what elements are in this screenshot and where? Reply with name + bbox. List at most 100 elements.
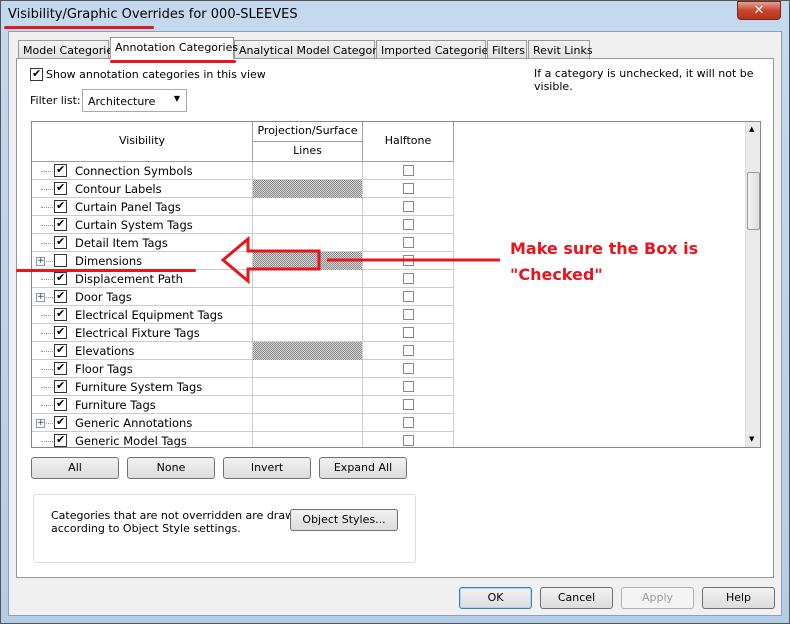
visibility-checkbox[interactable] bbox=[54, 379, 67, 393]
projection-lines-cell[interactable] bbox=[253, 180, 363, 198]
visibility-checkbox[interactable] bbox=[54, 181, 67, 195]
table-row[interactable]: Connection Symbols bbox=[32, 162, 454, 180]
expand-all-button[interactable]: Expand All bbox=[319, 457, 407, 479]
visibility-cell: Curtain Panel Tags bbox=[32, 198, 253, 216]
halftone-checkbox[interactable] bbox=[403, 399, 414, 410]
halftone-checkbox[interactable] bbox=[403, 417, 414, 428]
none-button[interactable]: None bbox=[127, 457, 215, 479]
table-row[interactable]: Floor Tags bbox=[32, 360, 454, 378]
visibility-checkbox[interactable] bbox=[54, 235, 67, 249]
scroll-down-icon[interactable]: ▼ bbox=[749, 435, 754, 443]
help-button[interactable]: Help bbox=[702, 587, 775, 609]
halftone-cell bbox=[363, 216, 454, 234]
projection-lines-cell[interactable] bbox=[253, 162, 363, 180]
tab-model-categories[interactable]: Model Categories bbox=[18, 40, 119, 59]
invert-button[interactable]: Invert bbox=[223, 457, 311, 479]
visibility-cell: Contour Labels bbox=[32, 180, 253, 198]
visibility-checkbox[interactable] bbox=[54, 415, 67, 429]
expand-icon[interactable]: + bbox=[36, 419, 45, 428]
table-row[interactable]: Furniture System Tags bbox=[32, 378, 454, 396]
ok-button[interactable]: OK bbox=[459, 587, 532, 609]
filter-value: Architecture bbox=[88, 95, 156, 108]
table-row[interactable]: Contour Labels bbox=[32, 180, 454, 198]
table-row[interactable]: Elevations bbox=[32, 342, 454, 360]
visibility-checkbox[interactable] bbox=[54, 361, 67, 375]
tab-revit-links[interactable]: Revit Links bbox=[528, 40, 593, 59]
halftone-checkbox[interactable] bbox=[403, 219, 414, 230]
close-button[interactable]: ✕ bbox=[737, 1, 781, 20]
category-name: Curtain System Tags bbox=[75, 218, 193, 232]
table-row[interactable]: Furniture Tags bbox=[32, 396, 454, 414]
projection-lines-cell[interactable] bbox=[253, 198, 363, 216]
table-row[interactable]: Electrical Equipment Tags bbox=[32, 306, 454, 324]
visibility-checkbox[interactable] bbox=[54, 343, 67, 357]
tree-line bbox=[41, 171, 53, 172]
category-name: Dimensions bbox=[75, 254, 143, 268]
scrollbar-thumb[interactable] bbox=[747, 172, 760, 230]
visibility-checkbox[interactable] bbox=[54, 199, 67, 213]
visibility-checkbox[interactable] bbox=[54, 271, 67, 285]
info-text-1: Categories that are not overridden are d… bbox=[51, 509, 302, 522]
tab-filters[interactable]: Filters bbox=[487, 40, 527, 59]
visibility-checkbox[interactable] bbox=[54, 397, 67, 411]
projection-lines-cell[interactable] bbox=[253, 342, 363, 360]
halftone-checkbox[interactable] bbox=[403, 201, 414, 212]
table-row[interactable]: Curtain System Tags bbox=[32, 216, 454, 234]
all-button[interactable]: All bbox=[31, 457, 119, 479]
projection-lines-cell[interactable] bbox=[253, 288, 363, 306]
halftone-checkbox[interactable] bbox=[403, 183, 414, 194]
projection-lines-cell[interactable] bbox=[253, 324, 363, 342]
show-annotation-checkbox[interactable] bbox=[30, 67, 43, 81]
header-visibility[interactable]: Visibility bbox=[32, 122, 253, 162]
category-name: Connection Symbols bbox=[75, 164, 193, 178]
projection-lines-cell[interactable] bbox=[253, 396, 363, 414]
table-row[interactable]: Electrical Fixture Tags bbox=[32, 324, 454, 342]
halftone-checkbox[interactable] bbox=[403, 381, 414, 392]
tab-analytical-model-categories[interactable]: Analytical Model Categories bbox=[234, 40, 392, 59]
projection-lines-cell[interactable] bbox=[253, 216, 363, 234]
visibility-checkbox[interactable] bbox=[54, 325, 67, 339]
visibility-checkbox[interactable] bbox=[54, 163, 67, 177]
visibility-checkbox[interactable] bbox=[54, 307, 67, 321]
table-row[interactable]: + Door Tags bbox=[32, 288, 454, 306]
category-name: Electrical Fixture Tags bbox=[75, 326, 200, 340]
table-row[interactable]: Generic Model Tags bbox=[32, 432, 454, 447]
visibility-cell: Generic Model Tags bbox=[32, 432, 253, 447]
object-styles-button[interactable]: Object Styles... bbox=[290, 509, 398, 531]
halftone-checkbox[interactable] bbox=[403, 435, 414, 446]
filter-label: Filter list: bbox=[30, 94, 81, 107]
halftone-checkbox[interactable] bbox=[403, 363, 414, 374]
tree-line bbox=[41, 387, 53, 388]
window-title: Visibility/Graphic Overrides for 000-SLE… bbox=[8, 7, 298, 22]
visibility-checkbox[interactable] bbox=[54, 217, 67, 231]
tab-imported-categories[interactable]: Imported Categories bbox=[376, 40, 494, 59]
visibility-checkbox[interactable] bbox=[54, 433, 67, 447]
header-lines[interactable]: Lines bbox=[253, 142, 363, 162]
halftone-checkbox[interactable] bbox=[403, 291, 414, 302]
halftone-checkbox[interactable] bbox=[403, 327, 414, 338]
halftone-checkbox[interactable] bbox=[403, 345, 414, 356]
halftone-checkbox[interactable] bbox=[403, 309, 414, 320]
projection-lines-cell[interactable] bbox=[253, 378, 363, 396]
projection-lines-cell[interactable] bbox=[253, 360, 363, 378]
header-halftone[interactable]: Halftone bbox=[363, 122, 454, 162]
projection-lines-cell[interactable] bbox=[253, 432, 363, 447]
apply-button[interactable]: Apply bbox=[621, 587, 694, 609]
vertical-scrollbar[interactable]: ▲ ▼ bbox=[745, 122, 760, 447]
table-row[interactable]: + Generic Annotations bbox=[32, 414, 454, 432]
halftone-checkbox[interactable] bbox=[403, 165, 414, 176]
visibility-cell: Furniture Tags bbox=[32, 396, 253, 414]
projection-lines-cell[interactable] bbox=[253, 306, 363, 324]
projection-lines-cell[interactable] bbox=[253, 414, 363, 432]
halftone-cell bbox=[363, 360, 454, 378]
filter-list-dropdown[interactable]: Architecture ▼ bbox=[82, 89, 187, 112]
visibility-checkbox[interactable] bbox=[54, 254, 67, 267]
tab-annotation-categories[interactable]: Annotation Categories bbox=[110, 37, 238, 59]
scroll-up-icon[interactable]: ▲ bbox=[749, 125, 754, 133]
visibility-checkbox[interactable] bbox=[54, 289, 67, 303]
tree-line bbox=[41, 369, 53, 370]
expand-icon[interactable]: + bbox=[36, 293, 45, 302]
cancel-button[interactable]: Cancel bbox=[540, 587, 613, 609]
expand-icon[interactable]: + bbox=[36, 257, 45, 266]
table-row[interactable]: Curtain Panel Tags bbox=[32, 198, 454, 216]
